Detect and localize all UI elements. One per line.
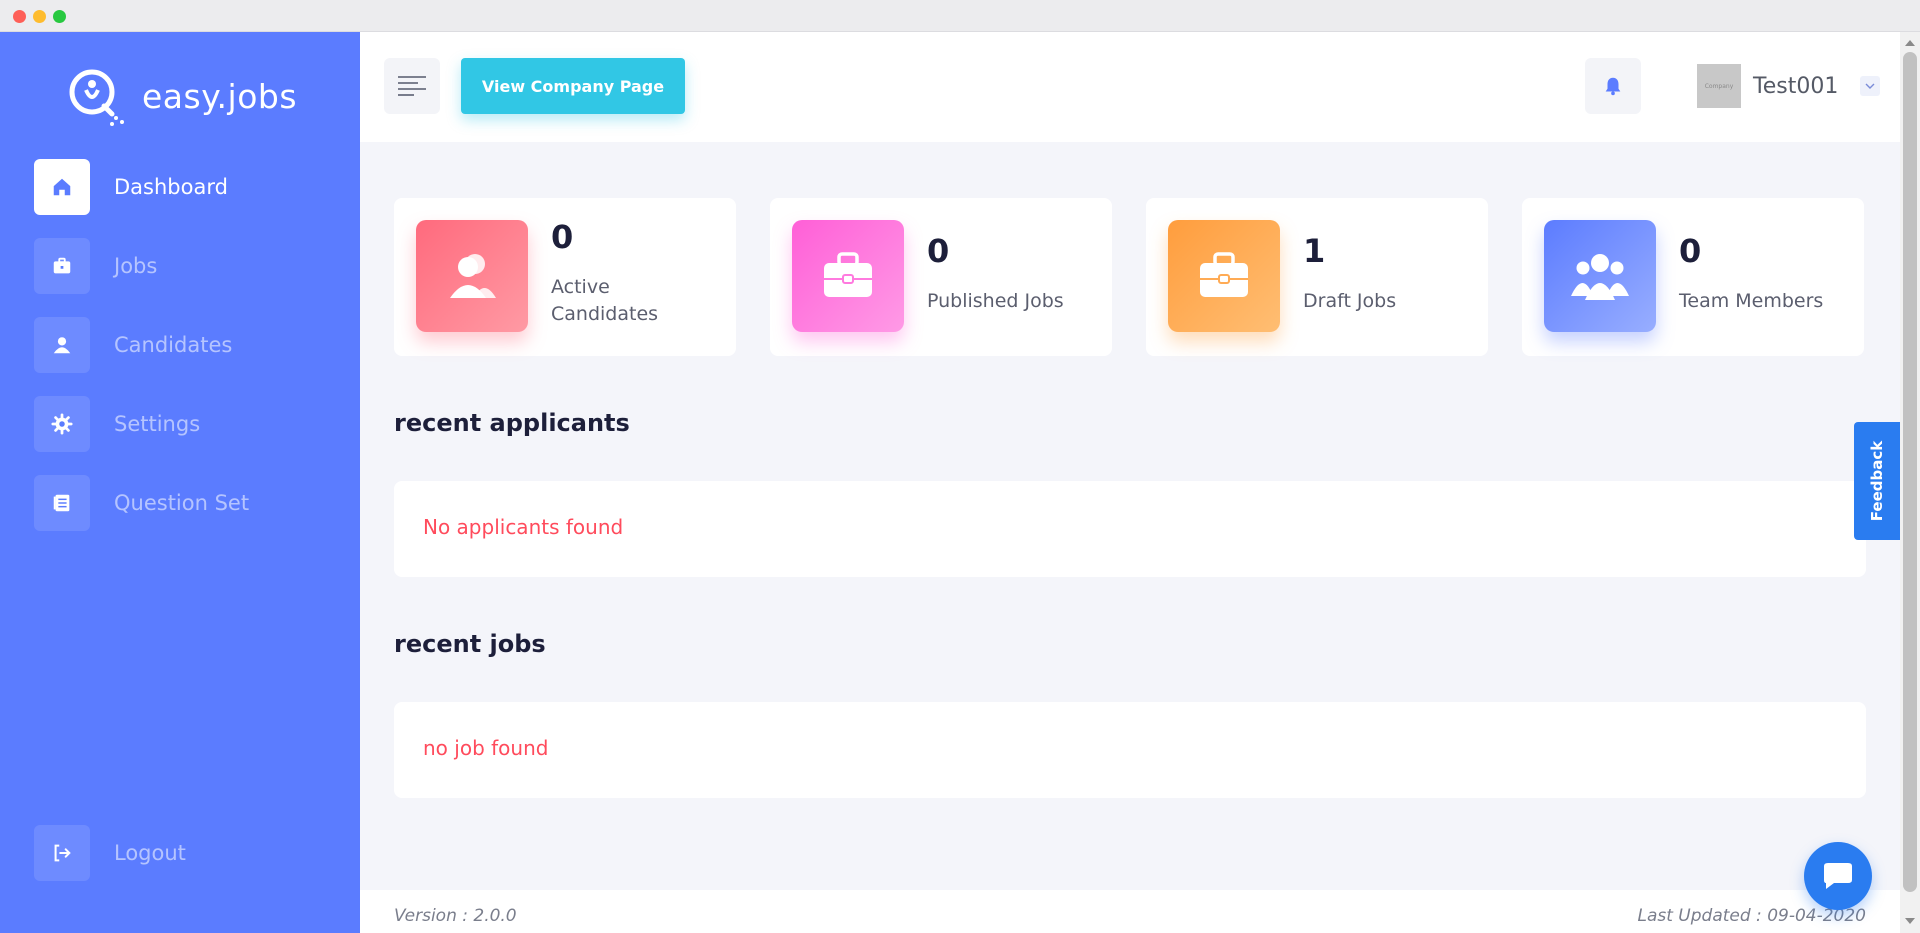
stat-card-active-candidates[interactable]: 0 Active Candidates — [394, 198, 736, 356]
page-scrollbar[interactable] — [1900, 32, 1920, 933]
notifications-button[interactable] — [1585, 58, 1641, 114]
chat-icon — [1824, 863, 1852, 889]
recent-applicants-panel: No applicants found — [394, 481, 1866, 577]
user-icon — [53, 337, 71, 354]
stat-icon-box — [416, 220, 528, 332]
stat-label: Active Candidates — [551, 276, 659, 325]
sidebar-item-label: Settings — [114, 412, 201, 436]
stat-card-published-jobs[interactable]: 0 Published Jobs — [770, 198, 1112, 356]
stat-card-draft-jobs[interactable]: 1 Draft Jobs — [1146, 198, 1488, 356]
briefcase-icon — [1200, 252, 1248, 297]
nav-icon-box — [34, 825, 90, 881]
avatar-text: Company — [1704, 82, 1734, 90]
stat-value: 1 — [1303, 232, 1326, 270]
nav-icon-box — [34, 475, 90, 531]
nav-icon-box — [34, 238, 90, 294]
briefcase-icon — [53, 257, 71, 274]
sidebar-item-settings[interactable]: Settings — [34, 396, 334, 452]
stat-label: Team Members — [1679, 290, 1824, 312]
user-dropdown-toggle[interactable] — [1860, 76, 1881, 96]
scroll-thumb[interactable] — [1903, 52, 1917, 892]
sidebar-item-label: Jobs — [114, 254, 158, 278]
brand-logo[interactable]: easy.jobs — [66, 64, 297, 128]
stat-value: 0 — [551, 218, 574, 256]
stat-card-team-members[interactable]: 0 Team Members — [1522, 198, 1864, 356]
candidates-icon — [450, 254, 496, 298]
feedback-label: Feedback — [1868, 440, 1887, 522]
briefcase-icon — [824, 252, 872, 297]
sidebar-item-label: Dashboard — [114, 175, 228, 199]
home-icon — [53, 178, 71, 196]
chevron-down-icon — [1865, 83, 1875, 89]
app: easy.jobs Dashboard Jobs Candidates Sett… — [0, 32, 1920, 933]
gear-icon — [51, 413, 73, 435]
username: Test001 — [1753, 73, 1839, 99]
stat-value: 0 — [1679, 232, 1702, 270]
sidebar-item-label: Question Set — [114, 491, 250, 515]
team-icon — [1571, 254, 1629, 300]
footer: Version : 2.0.0 Last Updated : 09-04-202… — [360, 890, 1900, 933]
bell-icon — [1605, 77, 1621, 96]
logo-icon — [69, 69, 124, 126]
sidebar-item-label: Candidates — [114, 333, 233, 357]
recent-jobs-title: recent jobs — [394, 630, 546, 658]
avatar: Company — [1697, 64, 1741, 108]
stat-label: Published Jobs — [927, 290, 1064, 312]
user-menu[interactable]: Company Test001 — [1697, 64, 1881, 108]
stat-value: 0 — [927, 232, 950, 270]
hamburger-icon — [398, 76, 426, 96]
scroll-down-arrow[interactable] — [1905, 918, 1915, 924]
feedback-tab[interactable]: Feedback — [1854, 422, 1900, 540]
sidebar-item-dashboard[interactable]: Dashboard — [34, 159, 334, 215]
window-minimize-button[interactable] — [33, 10, 46, 23]
window-maximize-button[interactable] — [53, 10, 66, 23]
logout-button[interactable]: Logout — [34, 825, 334, 881]
nav-icon-box — [34, 396, 90, 452]
sidebar: easy.jobs Dashboard Jobs Candidates Sett… — [0, 32, 360, 933]
view-company-page-button[interactable]: View Company Page — [461, 58, 685, 114]
chat-widget-button[interactable] — [1804, 842, 1872, 910]
logout-icon — [54, 844, 71, 862]
scroll-up-arrow[interactable] — [1905, 40, 1915, 46]
menu-toggle-button[interactable] — [384, 58, 440, 114]
nav-icon-box — [34, 159, 90, 215]
document-icon — [53, 494, 70, 512]
nav-icon-box — [34, 317, 90, 373]
browser-titlebar — [0, 0, 1920, 32]
brand-name: easy.jobs — [142, 76, 298, 116]
stat-label: Draft Jobs — [1303, 290, 1397, 312]
empty-state-text: no job found — [423, 736, 549, 760]
empty-state-text: No applicants found — [423, 515, 624, 539]
sidebar-item-question-set[interactable]: Question Set — [34, 475, 334, 531]
logout-label: Logout — [114, 841, 186, 865]
window-close-button[interactable] — [13, 10, 26, 23]
stat-icon-box — [792, 220, 904, 332]
top-header: View Company Page Company Test001 — [360, 32, 1900, 142]
stat-icon-box — [1168, 220, 1280, 332]
version-text: Version : 2.0.0 — [394, 906, 517, 926]
sidebar-item-candidates[interactable]: Candidates — [34, 317, 334, 373]
stat-icon-box — [1544, 220, 1656, 332]
recent-applicants-title: recent applicants — [394, 409, 630, 437]
recent-jobs-panel: no job found — [394, 702, 1866, 798]
sidebar-item-jobs[interactable]: Jobs — [34, 238, 334, 294]
